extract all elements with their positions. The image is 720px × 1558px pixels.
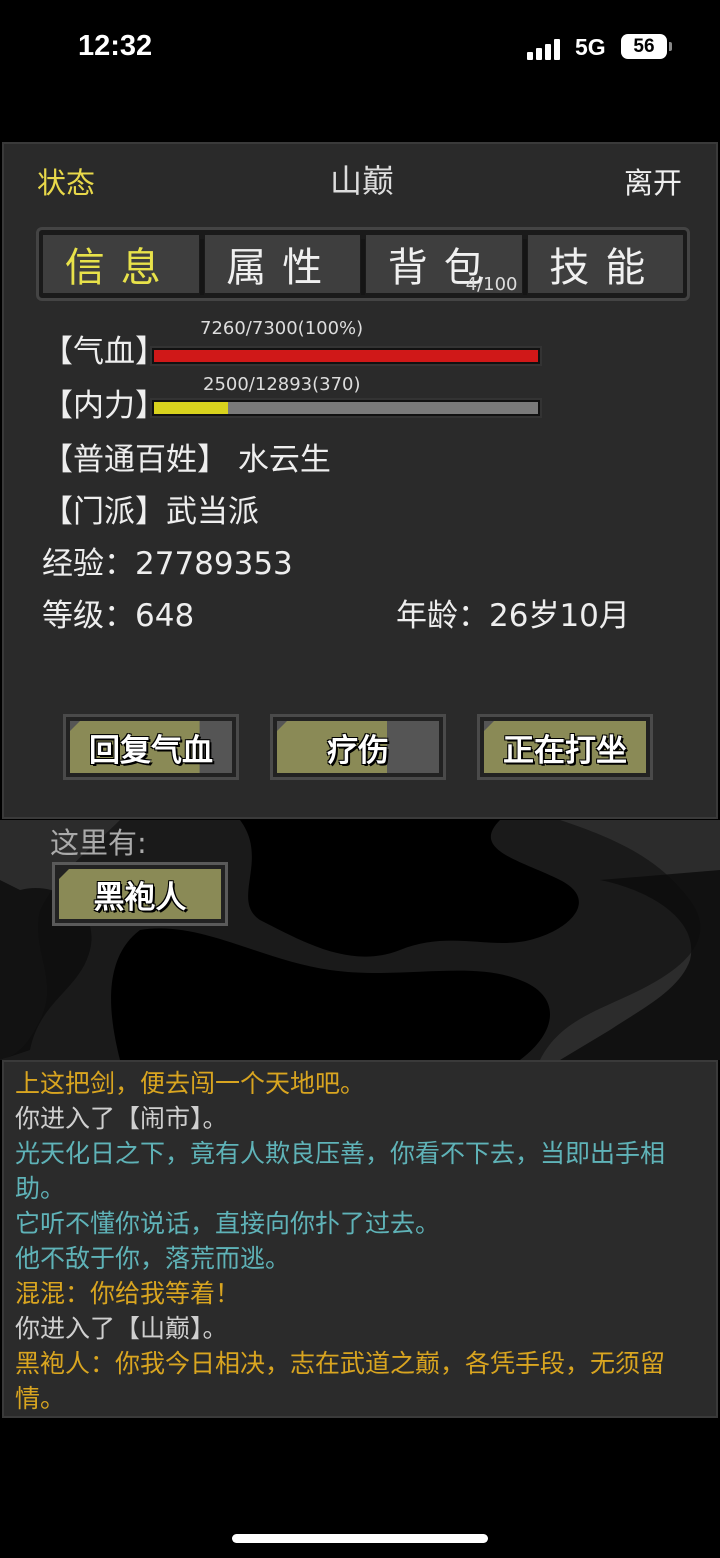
log-line: 光天化日之下，竟有人欺良压善，你看不下去，当即出手相助。 <box>15 1139 666 1203</box>
mp-bar-empty <box>228 402 538 414</box>
log-line: 上这把剑，便去闯一个天地吧。 <box>15 1069 366 1098</box>
log-line: 黑袍人：你我今日相决，志在武道之巅，各凭手段，无须留情。 <box>15 1349 666 1413</box>
character-panel: 状态 山巅 离开 信息 属性 背包 4/100 技能 【气血】 7260/730… <box>2 142 718 819</box>
mp-label: 【内力】 <box>42 388 166 424</box>
restore-hp-button[interactable]: 回复气血 <box>63 714 239 780</box>
status-bar: 12:32 5G 56 <box>0 0 720 100</box>
message-log[interactable]: 上这把剑，便去闯一个天地吧。 你进入了【闹市】。光天化日之下，竟有人欺良压善，你看… <box>2 1060 718 1418</box>
log-line: 它听不懂你说话，直接向你扑了过去。 <box>15 1209 441 1238</box>
location-title: 山巅 <box>329 162 394 200</box>
leave-button[interactable]: 离开 <box>624 160 682 202</box>
home-indicator[interactable] <box>232 1534 488 1543</box>
hp-value: 7260/7300(100%) <box>200 318 364 339</box>
mp-value: 2500/12893(370) <box>203 374 361 395</box>
heal-label: 疗伤 <box>327 732 389 769</box>
log-line: 你进入了【闹市】。 <box>15 1104 228 1133</box>
sect-line: 【门派】武当派 <box>42 494 259 530</box>
tab-skills[interactable]: 技能 <box>522 235 683 295</box>
meditate-label: 正在打坐 <box>503 732 627 769</box>
tab-info-label: 信息 <box>64 245 177 291</box>
tab-divider <box>522 239 527 295</box>
action-progress: 回复气血 <box>70 721 232 773</box>
tab-attributes[interactable]: 属性 <box>199 235 360 295</box>
restore-hp-label: 回复气血 <box>89 732 213 769</box>
hp-bar <box>150 346 542 366</box>
tab-attributes-label: 属性 <box>226 245 339 291</box>
log-line: 你进入了【山巅】。 <box>15 1314 228 1343</box>
meditate-button[interactable]: 正在打坐 <box>477 714 653 780</box>
action-progress: 疗伤 <box>277 721 439 773</box>
npc-name: 黑袍人 <box>59 869 221 919</box>
action-progress: 正在打坐 <box>484 721 646 773</box>
tab-divider <box>199 239 204 295</box>
signal-icon <box>527 38 563 60</box>
mp-bar-fill <box>154 402 228 414</box>
hp-bar-fill <box>154 350 538 362</box>
age-line: 年龄：26岁10月 <box>396 598 630 634</box>
tab-divider <box>361 239 365 295</box>
clock: 12:32 <box>78 30 153 62</box>
network-type: 5G <box>575 34 606 60</box>
experience-line: 经验：27789353 <box>42 546 293 582</box>
heal-button[interactable]: 疗伤 <box>270 714 446 780</box>
level-line: 等级：648 <box>42 598 195 634</box>
scene-area: 这里有: 黑袍人 <box>0 820 720 1060</box>
backpack-capacity-badge: 4/100 <box>465 274 518 295</box>
battery-icon: 56 <box>621 34 672 59</box>
npc-button[interactable]: 黑袍人 <box>52 862 228 926</box>
log-line: 他不敌于你，落荒而逃。 <box>15 1244 291 1273</box>
log-line: 混混：你给我等着！ <box>15 1279 241 1308</box>
tab-info[interactable]: 信息 <box>43 235 199 293</box>
identity-line: 【普通百姓】 水云生 <box>42 442 331 478</box>
tab-backpack[interactable]: 背包 4/100 <box>361 235 522 295</box>
here-label: 这里有: <box>50 826 147 860</box>
mp-bar <box>150 398 542 418</box>
tab-skills-label: 技能 <box>549 245 662 291</box>
tab-bar: 信息 属性 背包 4/100 技能 <box>36 227 690 301</box>
hp-label: 【气血】 <box>42 334 166 370</box>
